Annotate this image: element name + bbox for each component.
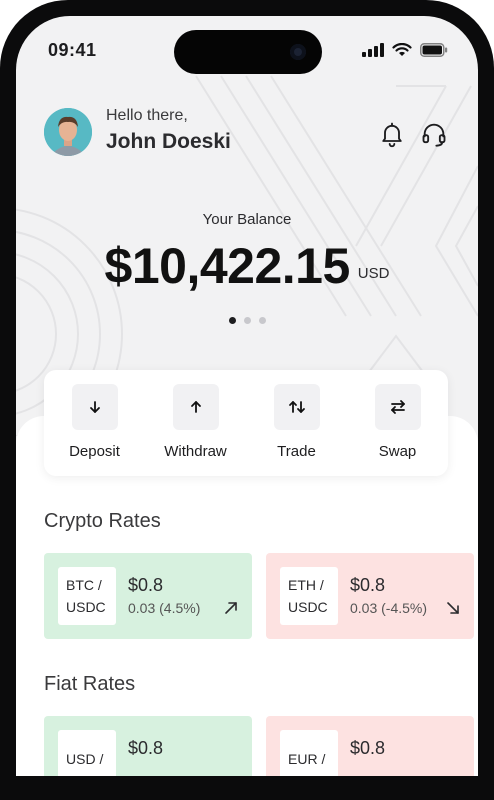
- side-button-left-3: [0, 284, 4, 342]
- swap-label: Swap: [378, 443, 417, 460]
- balance-amount: $10,422.15: [104, 238, 351, 294]
- crypto-rates-title: Crypto Rates: [44, 510, 161, 532]
- rate-card-usd[interactable]: USD / $0.8: [44, 716, 252, 776]
- balance-label: Your Balance: [202, 211, 292, 228]
- rate-change: 0.03 (4.5%): [128, 600, 201, 616]
- headset-icon[interactable]: [420, 120, 448, 148]
- wifi-icon: [392, 43, 412, 56]
- swap-arrows-icon: [390, 400, 405, 414]
- pair-box: BTC / USDC: [58, 567, 116, 625]
- balance-row: $10,422.15 USD: [16, 238, 478, 294]
- pair-quote: USDC: [66, 599, 106, 615]
- rate-price: $0.8: [128, 738, 164, 758]
- app-screen: 09:41 Hello there, John Doeski Your Bala…: [16, 16, 478, 776]
- arrow-down-icon: [89, 401, 100, 413]
- status-icons: [362, 43, 448, 57]
- side-button-right: [490, 246, 494, 338]
- trend-down-icon: [447, 602, 459, 614]
- rate-price: $0.8: [350, 738, 386, 758]
- pair-base: ETH /: [288, 577, 324, 593]
- swap-icon-box: [374, 384, 421, 430]
- carousel-dots[interactable]: [16, 317, 478, 324]
- battery-icon: [420, 43, 448, 57]
- fiat-rates-title: Fiat Rates: [44, 673, 136, 695]
- trade-button[interactable]: Trade: [251, 384, 343, 460]
- carousel-dot-2[interactable]: [243, 317, 251, 324]
- withdraw-button[interactable]: Withdraw: [150, 384, 242, 460]
- bell-icon[interactable]: [378, 120, 406, 148]
- trade-icon-box: [273, 384, 320, 430]
- pair-base: EUR /: [288, 751, 326, 767]
- pair-box: USD /: [58, 730, 116, 776]
- carousel-dot-1[interactable]: [228, 317, 236, 324]
- withdraw-label: Withdraw: [164, 443, 227, 460]
- user-name: John Doeski: [106, 130, 231, 153]
- rate-change: 0.03 (-4.5%): [350, 600, 428, 616]
- rate-card-eur[interactable]: EUR / $0.8: [266, 716, 474, 776]
- rate-price: $0.8: [350, 575, 386, 595]
- pair-base: USD /: [66, 751, 104, 767]
- deposit-label: Deposit: [69, 443, 120, 460]
- pair-base: BTC /: [66, 577, 102, 593]
- dynamic-island: [174, 30, 322, 74]
- trade-label: Trade: [277, 443, 316, 460]
- status-time: 09:41: [48, 40, 97, 60]
- avatar[interactable]: [44, 108, 92, 156]
- rate-card-eth[interactable]: ETH / USDC $0.8 0.03 (-4.5%): [266, 553, 474, 639]
- greeting-text: Hello there,: [106, 107, 188, 124]
- quick-actions-card: Deposit Withdraw Trade Swap: [44, 370, 448, 476]
- front-camera: [290, 44, 306, 60]
- avatar-image: [44, 108, 92, 156]
- pair-box: EUR /: [280, 730, 338, 776]
- up-down-arrows-icon: [288, 401, 305, 413]
- trend-up-icon: [225, 602, 237, 614]
- arrow-up-icon: [190, 401, 201, 413]
- side-button-left-1: [0, 150, 4, 180]
- side-button-left-2: [0, 208, 4, 266]
- deposit-button[interactable]: Deposit: [49, 384, 141, 460]
- pair-box: ETH / USDC: [280, 567, 338, 625]
- rate-price: $0.8: [128, 575, 164, 595]
- signal-icon: [362, 43, 384, 57]
- swap-button[interactable]: Swap: [352, 384, 444, 460]
- pair-quote: USDC: [288, 599, 328, 615]
- withdraw-icon-box: [172, 384, 219, 430]
- deposit-icon-box: [71, 384, 118, 430]
- carousel-dot-3[interactable]: [258, 317, 266, 324]
- rate-card-btc[interactable]: BTC / USDC $0.8 0.03 (4.5%): [44, 553, 252, 639]
- balance-currency: USD: [357, 265, 390, 282]
